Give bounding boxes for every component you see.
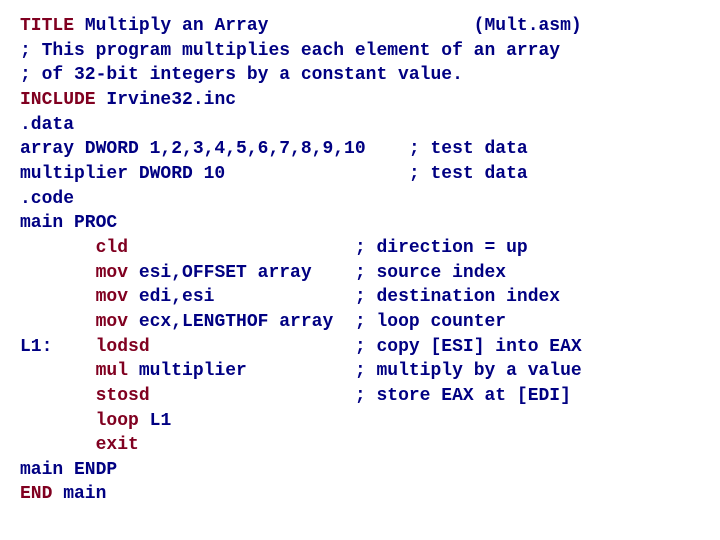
main-proc: main PROC bbox=[20, 213, 117, 233]
label-l1-prefix: L1: bbox=[20, 337, 96, 357]
line-mov-esi-prefix bbox=[20, 263, 96, 283]
line-exit-prefix bbox=[20, 435, 96, 455]
header-comment-1: ; This program multiplies each element o… bbox=[20, 41, 560, 61]
line-mov-ecx-comment: ; loop counter bbox=[355, 312, 506, 332]
instr-loop: loop bbox=[96, 411, 139, 431]
instr-mov: mov bbox=[96, 287, 128, 307]
line-lodsd-operand bbox=[150, 337, 355, 357]
line-mov-esi-operand: esi,OFFSET array bbox=[128, 263, 355, 283]
line-cld-prefix bbox=[20, 238, 96, 258]
include-keyword: INCLUDE bbox=[20, 90, 96, 110]
line-cld-operand bbox=[128, 238, 355, 258]
include-file: Irvine32.inc bbox=[96, 90, 236, 110]
line-mul-prefix bbox=[20, 361, 96, 381]
instr-mov: mov bbox=[96, 263, 128, 283]
end-keyword: END bbox=[20, 484, 52, 504]
line-stosd-prefix bbox=[20, 386, 96, 406]
instr-cld: cld bbox=[96, 238, 128, 258]
line-cld-comment: ; direction = up bbox=[355, 238, 528, 258]
line-mov-edi-operand: edi,esi bbox=[128, 287, 355, 307]
line-loop-operand: L1 bbox=[139, 411, 171, 431]
assembly-code-listing: TITLE Multiply an Array (Mult.asm) ; Thi… bbox=[0, 0, 720, 521]
line-loop-prefix bbox=[20, 411, 96, 431]
line-mov-ecx-operand: ecx,LENGTHOF array bbox=[128, 312, 355, 332]
line-stosd-operand bbox=[150, 386, 355, 406]
line-stosd-comment: ; store EAX at [EDI] bbox=[355, 386, 571, 406]
data-segment: .data bbox=[20, 115, 74, 135]
instr-mov: mov bbox=[96, 312, 128, 332]
multiplier-declaration: multiplier DWORD 10 ; test data bbox=[20, 164, 528, 184]
line-mov-edi-prefix bbox=[20, 287, 96, 307]
line-mov-edi-comment: ; destination index bbox=[355, 287, 560, 307]
instr-stosd: stosd bbox=[96, 386, 150, 406]
line-mul-comment: ; multiply by a value bbox=[355, 361, 582, 381]
line-lodsd-comment: ; copy [ESI] into EAX bbox=[355, 337, 582, 357]
line-mov-esi-comment: ; source index bbox=[355, 263, 506, 283]
array-declaration: array DWORD 1,2,3,4,5,6,7,8,9,10 ; test … bbox=[20, 139, 528, 159]
main-endp: main ENDP bbox=[20, 460, 117, 480]
code-segment: .code bbox=[20, 189, 74, 209]
end-text: main bbox=[52, 484, 106, 504]
line-mov-ecx-prefix bbox=[20, 312, 96, 332]
instr-lodsd: lodsd bbox=[96, 337, 150, 357]
header-comment-2: ; of 32-bit integers by a constant value… bbox=[20, 65, 463, 85]
title-text: Multiply an Array (Mult.asm) bbox=[74, 16, 582, 36]
instr-mul: mul bbox=[96, 361, 128, 381]
title-keyword: TITLE bbox=[20, 16, 74, 36]
line-mul-operand: multiplier bbox=[128, 361, 355, 381]
instr-exit: exit bbox=[96, 435, 139, 455]
